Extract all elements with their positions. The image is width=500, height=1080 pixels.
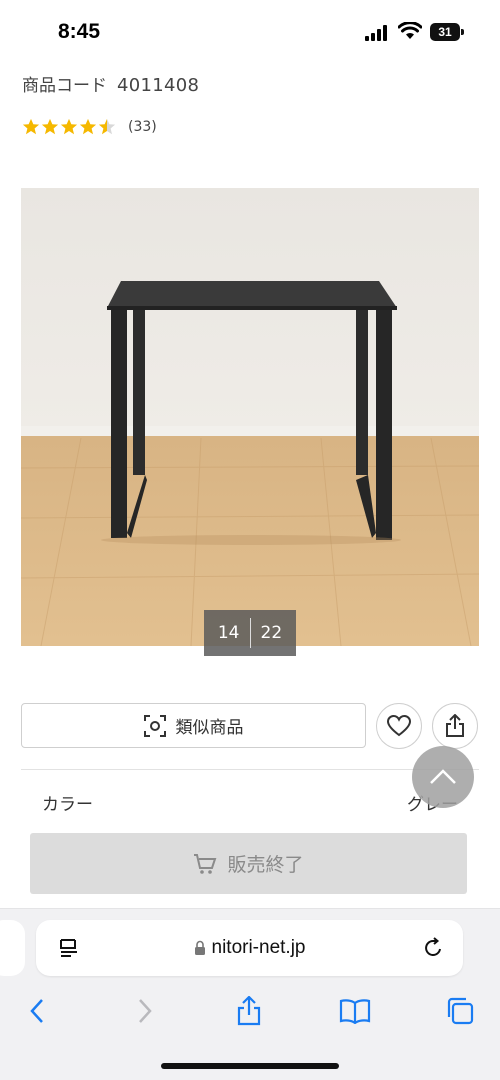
back-button[interactable]: [17, 991, 57, 1031]
product-code-row: 商品コード 4011408: [22, 71, 199, 96]
image-counter-divider: [249, 618, 251, 648]
scroll-to-top-button[interactable]: [412, 746, 474, 808]
product-image[interactable]: [21, 188, 479, 646]
similar-items-label: 類似商品: [175, 718, 244, 738]
status-bar: 8:45 31: [0, 0, 500, 64]
bookmarks-icon: [339, 999, 371, 1024]
home-indicator[interactable]: [161, 1063, 339, 1069]
image-counter-total: 22: [260, 623, 283, 643]
browser-bottom-bar: nitori-net.jp: [0, 908, 500, 1080]
visual-search-icon: [143, 714, 166, 737]
url-display[interactable]: nitori-net.jp: [36, 920, 463, 976]
battery-level: 31: [438, 25, 452, 39]
address-bar[interactable]: nitori-net.jp: [36, 920, 463, 976]
wifi-icon: [398, 22, 422, 39]
lock-icon: [194, 940, 205, 955]
reload-icon[interactable]: [421, 936, 445, 960]
share-icon: [446, 714, 464, 737]
tabs-icon: [447, 997, 474, 1025]
bookmarks-button[interactable]: [335, 991, 375, 1031]
star-icon: [41, 118, 59, 135]
product-code-value: 4011408: [117, 75, 200, 96]
url-text: nitori-net.jp: [211, 937, 306, 958]
tabs-button[interactable]: [440, 991, 480, 1031]
product-code-label: 商品コード: [22, 76, 107, 96]
chevron-up-icon: [430, 769, 456, 784]
section-divider: [21, 769, 479, 770]
star-icon: [60, 118, 78, 135]
image-counter: 14 22: [204, 610, 296, 656]
color-label: カラー: [42, 795, 93, 815]
browser-toolbar: [0, 991, 500, 1041]
review-count[interactable]: (33): [128, 119, 157, 135]
browser-share-button[interactable]: [229, 991, 269, 1031]
sold-out-label: 販売終了: [227, 854, 304, 876]
star-icon: [79, 118, 97, 135]
product-photo-table: [21, 188, 479, 646]
image-counter-current: 14: [217, 623, 240, 643]
forward-icon: [139, 999, 152, 1023]
sold-out-button[interactable]: 販売終了: [30, 833, 467, 894]
back-icon: [30, 999, 43, 1023]
star-icon: [22, 118, 40, 135]
heart-icon: [387, 715, 411, 737]
share-button[interactable]: [432, 703, 478, 749]
previous-tab-pill[interactable]: [0, 920, 25, 976]
favorite-button[interactable]: [376, 703, 422, 749]
star-half-icon: [98, 118, 116, 135]
status-time: 8:45: [58, 20, 101, 43]
similar-items-button[interactable]: 類似商品: [21, 703, 366, 748]
browser-share-icon: [237, 996, 261, 1026]
forward-button[interactable]: [125, 991, 165, 1031]
signal-icon: [365, 25, 387, 41]
cart-icon: [194, 853, 217, 874]
rating-row[interactable]: (33): [22, 118, 157, 136]
rating-stars: [22, 118, 116, 136]
battery-icon: 31: [430, 23, 464, 41]
